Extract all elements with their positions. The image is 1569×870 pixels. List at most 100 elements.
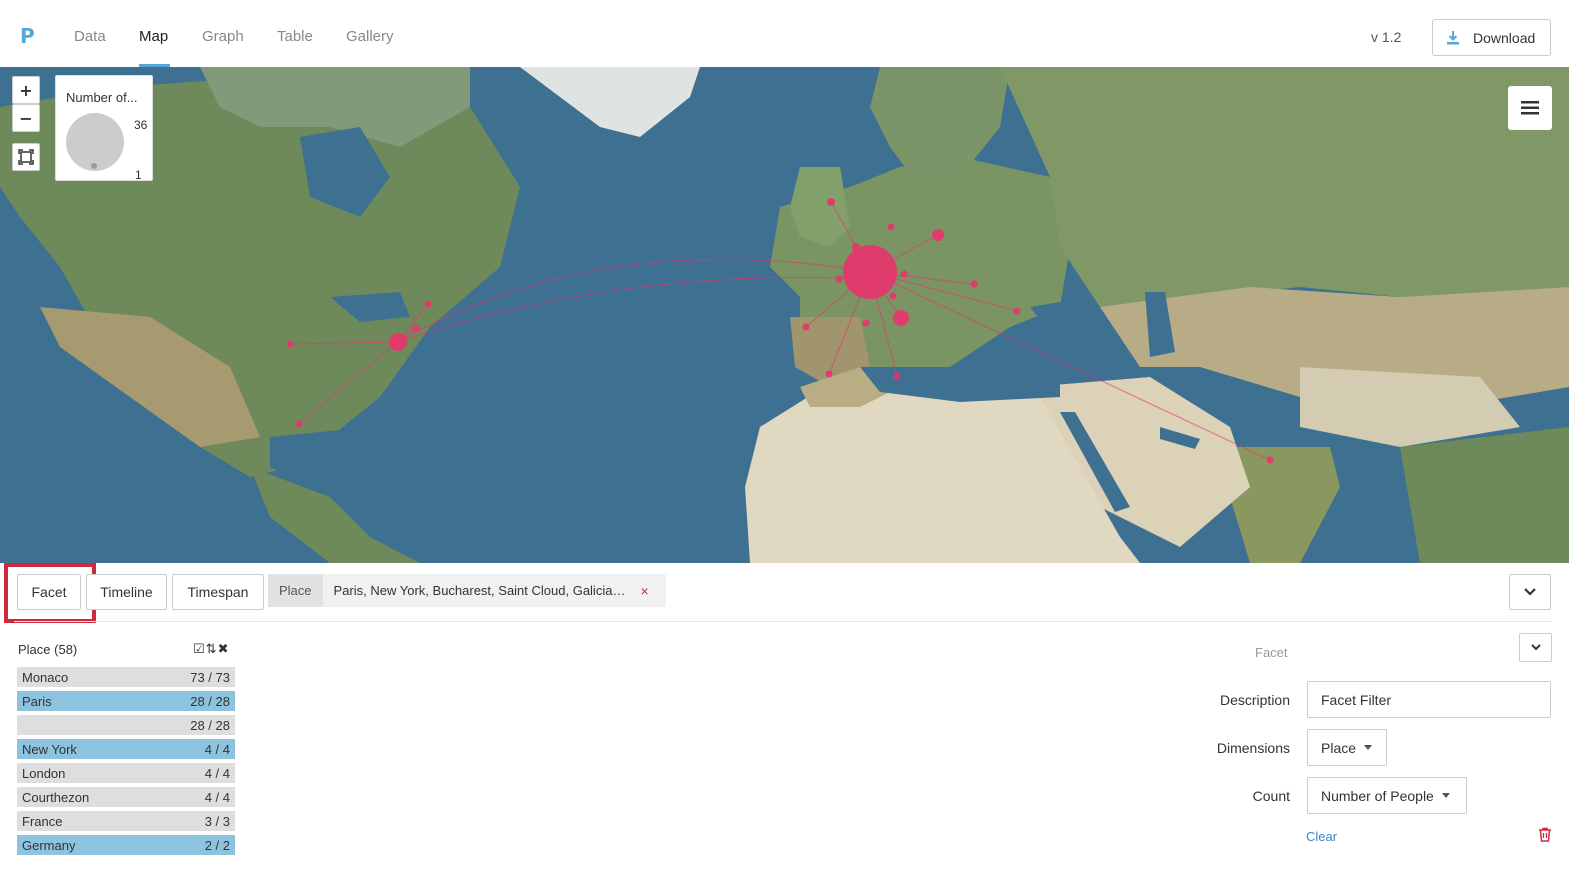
facet-row-label: London — [22, 766, 66, 781]
facet-row-label: Germany — [22, 838, 76, 853]
count-dropdown[interactable]: Number of People — [1307, 777, 1467, 814]
download-icon — [1447, 30, 1459, 44]
sort-icon[interactable]: ⇅ — [206, 642, 218, 657]
chevron-down-icon — [1524, 588, 1536, 596]
marker — [802, 323, 810, 331]
facet-row[interactable]: Courthezon 4 / 4 — [17, 787, 235, 807]
facet-list-tools: ☑⇅✖ — [193, 642, 229, 657]
marker — [862, 319, 870, 327]
marker — [412, 324, 420, 332]
tab-graph[interactable]: Graph — [202, 28, 244, 45]
tab-map[interactable]: Map — [139, 28, 168, 45]
clear-selection-icon[interactable]: ✖ — [218, 642, 230, 657]
tab-table[interactable]: Table — [277, 28, 313, 45]
description-input[interactable] — [1307, 681, 1551, 718]
marker — [970, 280, 978, 288]
remove-filter-icon[interactable]: × — [641, 583, 649, 599]
facet-row-count: 73 / 73 — [190, 670, 230, 685]
facet-list-title: Place (58) — [18, 642, 78, 657]
zoom-in-button[interactable]: + — [12, 76, 40, 104]
caret-down-icon — [1441, 793, 1450, 798]
place-filter-chip[interactable]: Place Paris, New York, Bucharest, Saint … — [268, 574, 666, 607]
facet-row-count: 28 / 28 — [190, 694, 230, 709]
facet-row[interactable]: Paris 28 / 28 — [17, 691, 235, 711]
top-navbar: P Data Map Graph Table Gallery v 1.2 Dow… — [0, 0, 1569, 68]
select-all-icon[interactable]: ☑ — [193, 642, 206, 657]
facet-settings-collapse-button[interactable] — [1519, 633, 1552, 662]
landmass-russia — [1000, 67, 1569, 307]
count-label: Count — [1252, 788, 1290, 804]
marker — [887, 223, 895, 231]
facet-row[interactable]: France 3 / 3 — [17, 811, 235, 831]
facet-row[interactable]: London 4 / 4 — [17, 763, 235, 783]
legend-max-value: 36 — [134, 118, 148, 132]
marker-new-york — [389, 333, 407, 351]
fit-bounds-icon — [18, 149, 34, 165]
marker — [424, 300, 432, 308]
facet-settings-header: Facet — [1255, 645, 1288, 660]
marker — [1266, 456, 1274, 464]
legend-min-value: 1 — [135, 168, 142, 182]
facet-row-label: Paris — [22, 694, 52, 709]
description-label: Description — [1219, 692, 1290, 708]
map-canvas — [0, 67, 1569, 563]
divider — [14, 621, 1551, 622]
size-legend: Number of... 36 1 — [55, 75, 153, 182]
marker — [295, 420, 303, 428]
facet-row-count: 4 / 4 — [204, 742, 230, 757]
chevron-down-icon — [1530, 644, 1541, 651]
layers-menu-button[interactable] — [1508, 86, 1552, 130]
marker — [827, 198, 835, 206]
marker — [1013, 307, 1021, 315]
timeline-button[interactable]: Timeline — [86, 574, 167, 610]
trash-icon[interactable] — [1538, 827, 1552, 847]
filter-chip-label: Place — [268, 574, 323, 607]
facet-button[interactable]: Facet — [17, 574, 81, 610]
download-button[interactable]: Download — [1432, 19, 1551, 56]
facet-row-label: Courthezon — [22, 790, 90, 805]
facet-row-count: 28 / 28 — [190, 718, 230, 733]
facet-row-label: Monaco — [22, 670, 69, 685]
facet-row[interactable]: Monaco 73 / 73 — [17, 667, 235, 687]
marker — [835, 275, 843, 283]
marker — [893, 372, 901, 380]
filter-chip-values: Paris, New York, Bucharest, Saint Cloud,… — [333, 583, 627, 598]
download-label: Download — [1473, 29, 1536, 46]
facet-row-count: 4 / 4 — [204, 766, 230, 781]
facet-row[interactable]: New York 4 / 4 — [17, 739, 235, 759]
fit-bounds-button[interactable] — [12, 143, 40, 171]
marker — [286, 340, 294, 348]
facet-row-label: France — [22, 814, 63, 829]
marker — [889, 292, 897, 300]
facet-row-count: 4 / 4 — [204, 790, 230, 805]
collapse-panel-button[interactable] — [1509, 574, 1551, 610]
timespan-button[interactable]: Timespan — [172, 574, 264, 610]
facet-row-count: 3 / 3 — [204, 814, 230, 829]
marker — [900, 270, 908, 278]
caret-down-icon — [1364, 745, 1373, 750]
app-logo[interactable]: P — [20, 24, 35, 48]
bottom-panel: Facet Timeline Timespan Place Paris, New… — [0, 563, 1569, 870]
marker — [825, 370, 833, 378]
facet-row[interactable]: 28 / 28 — [17, 715, 235, 735]
dimensions-label: Dimensions — [1216, 740, 1290, 756]
tab-gallery[interactable]: Gallery — [346, 28, 394, 45]
world-map[interactable]: + − Number of... 36 1 — [0, 67, 1569, 563]
legend-title: Number of... — [66, 90, 138, 105]
facet-row[interactable]: Germany 2 / 2 — [17, 835, 235, 855]
version-label: v 1.2 — [1371, 29, 1402, 45]
clear-link[interactable]: Clear — [1306, 829, 1337, 844]
hamburger-icon — [1521, 101, 1539, 115]
dimensions-value: Place — [1321, 739, 1357, 756]
marker-paris — [843, 245, 897, 299]
dimensions-dropdown[interactable]: Place — [1307, 729, 1387, 766]
facet-row-label: New York — [22, 742, 77, 757]
marker-germany — [932, 229, 944, 241]
marker — [852, 243, 860, 251]
legend-min-circle — [91, 163, 97, 169]
facet-row-count: 2 / 2 — [204, 838, 230, 853]
tab-data[interactable]: Data — [74, 28, 106, 45]
landmass-southeast-asia — [1400, 427, 1569, 563]
marker-italy — [893, 310, 909, 326]
zoom-out-button[interactable]: − — [12, 104, 40, 132]
